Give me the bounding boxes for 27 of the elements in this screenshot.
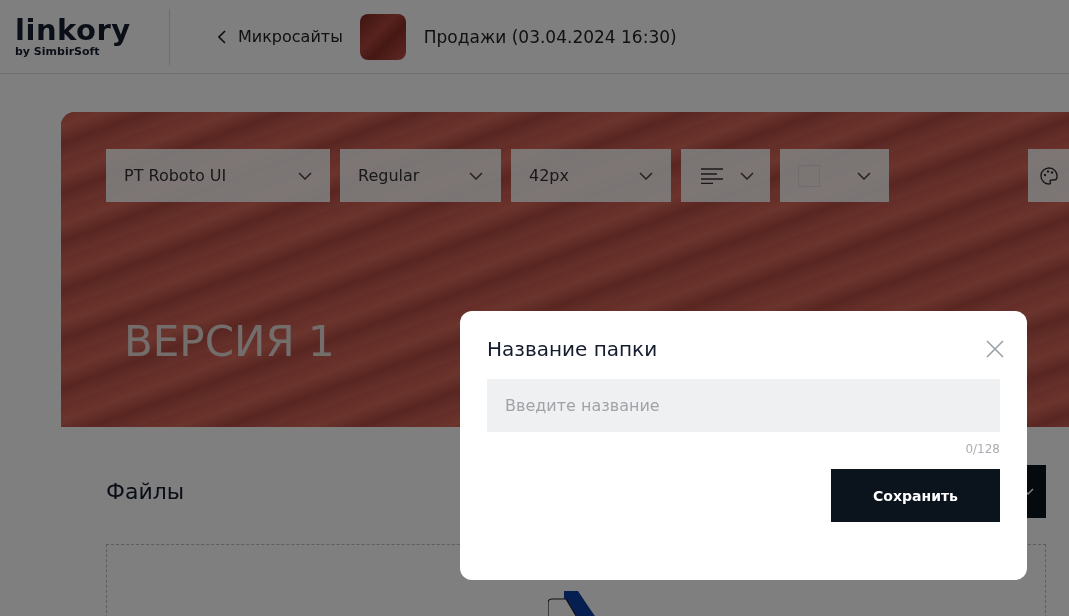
align-left-icon (701, 167, 723, 184)
font-dropdown[interactable]: PT Roboto UI (106, 149, 330, 202)
font-dropdown[interactable]: Regular (340, 149, 501, 202)
palette-button[interactable] (1028, 149, 1069, 202)
chevron-down-icon (740, 171, 754, 180)
save-button[interactable]: Сохранить (831, 469, 1000, 522)
align-dropdown[interactable] (681, 149, 770, 202)
image-thumbnail (359, 13, 406, 60)
section-title: Файлы (106, 479, 185, 504)
close-icon (986, 340, 1004, 358)
chevron-down-icon (857, 171, 871, 180)
banner-heading: ВЕРСИЯ 1 (124, 317, 335, 366)
input-field[interactable]: Введите название (487, 379, 1000, 432)
chevron-down-icon (469, 171, 483, 180)
chevron-down-icon (298, 171, 312, 180)
color-dropdown[interactable] (780, 149, 889, 202)
modal-title: Название папки (487, 337, 658, 361)
palette-icon (1039, 166, 1058, 185)
back-link[interactable]: Микросайты (218, 27, 343, 46)
character-counter: 0/128 (965, 442, 1000, 456)
logo[interactable]: linkory (15, 15, 150, 45)
font-dropdown[interactable]: 42px (511, 149, 671, 202)
logo-subtitle: by SimbirSoft (15, 45, 100, 58)
chevron-left-icon (218, 29, 226, 44)
close-button[interactable] (986, 340, 1004, 358)
chevron-down-icon (639, 171, 653, 180)
page-title: Продажи (03.04.2024 16:30) (423, 26, 677, 47)
